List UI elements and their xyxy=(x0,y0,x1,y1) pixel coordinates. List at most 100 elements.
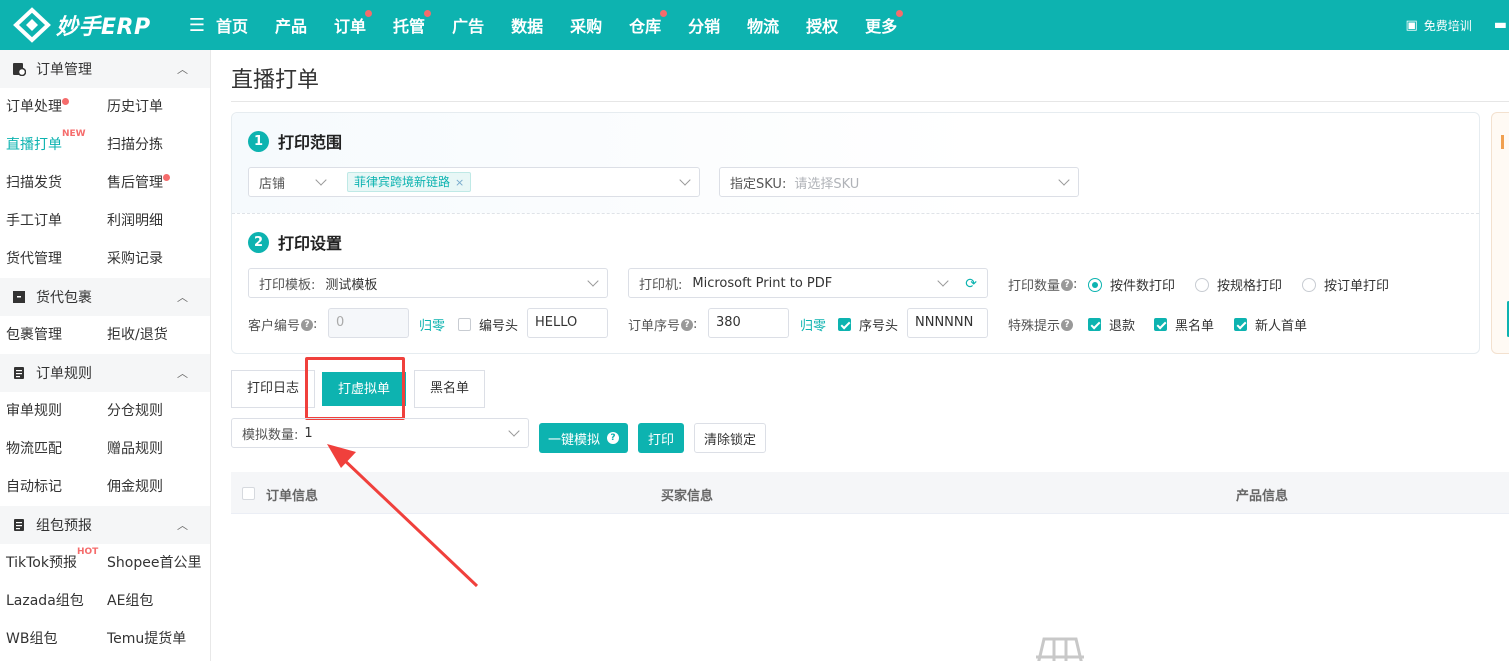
quantity-radio-group: 按件数打印 按规格打印 按订单打印 xyxy=(1088,275,1409,294)
special-checkbox[interactable]: 新人首单 xyxy=(1234,315,1307,334)
help-icon[interactable]: ? xyxy=(1061,278,1074,291)
sidebar-section-header[interactable]: 组包预报 ︿ xyxy=(0,506,210,544)
sidebar-section-title: 订单规则 xyxy=(36,366,92,382)
checkbox-box[interactable] xyxy=(838,318,851,331)
sidebar-item[interactable]: 订单处理 xyxy=(0,88,101,126)
sidebar-item[interactable]: 赠品规则 xyxy=(101,430,211,468)
clear-lock-button[interactable]: 清除锁定 xyxy=(694,423,766,453)
sidebar-item[interactable]: 审单规则 xyxy=(0,392,101,430)
sidebar-item[interactable]: 货代管理 xyxy=(0,240,101,278)
sidebar-item[interactable]: AE组包 xyxy=(101,582,211,620)
nav-item[interactable]: 更多 xyxy=(865,10,904,37)
sidebar: 订单管理 ︿ 订单处理 历史订单 直播打单 NEW 扫描分拣 扫描发货 售后管理 手工订单 利润明细… xyxy=(0,50,211,661)
chevron-up-icon[interactable]: ︿ xyxy=(177,289,188,305)
sidebar-item[interactable]: Lazada组包 xyxy=(0,582,101,620)
nav-item[interactable]: 广告 xyxy=(452,13,484,37)
chat-icon[interactable]: ▬ xyxy=(1494,17,1507,33)
code-head-input[interactable]: HELLO xyxy=(527,308,608,338)
quantity-radio[interactable]: 按规格打印 xyxy=(1195,275,1282,294)
sidebar-item[interactable]: Shopee首公里 xyxy=(101,544,211,582)
sidebar-item[interactable]: TikTok预报 HOT xyxy=(0,544,101,582)
radio-circle[interactable] xyxy=(1302,277,1317,292)
code-head-checkbox[interactable]: 编号头 xyxy=(458,315,518,334)
tab[interactable]: 打印日志 xyxy=(231,370,316,408)
special-checkbox[interactable]: 黑名单 xyxy=(1154,315,1214,334)
reset-order-seq-link[interactable]: 归零 xyxy=(800,315,826,334)
sidebar-item[interactable]: 历史订单 xyxy=(101,88,211,126)
sidebar-item[interactable]: 扫描发货 xyxy=(0,164,101,202)
chevron-up-icon[interactable]: ︿ xyxy=(177,365,188,381)
sidebar-item[interactable]: 利润明细 xyxy=(101,202,211,240)
nav-item[interactable]: 产品 xyxy=(275,13,307,37)
sidebar-item-label: 售后管理 xyxy=(107,175,163,191)
radio-circle[interactable] xyxy=(1088,277,1102,292)
sidebar-item[interactable]: 拒收/退货 xyxy=(101,316,211,354)
free-training-link[interactable]: ▣ 免费培训 xyxy=(1405,17,1471,34)
nav-item[interactable]: 首页 xyxy=(216,13,248,37)
quantity-radio[interactable]: 按件数打印 xyxy=(1088,275,1175,294)
sidebar-item[interactable]: 扫描分拣 xyxy=(101,126,211,164)
nav-item[interactable]: 订单 xyxy=(334,10,373,37)
chevron-up-icon[interactable]: ︿ xyxy=(177,61,188,77)
quantity-label-text: 打印数量 xyxy=(1008,279,1061,294)
select-all-checkbox[interactable] xyxy=(242,487,255,500)
sidebar-item[interactable]: 手工订单 xyxy=(0,202,101,240)
help-icon[interactable]: ? xyxy=(681,318,694,331)
nav-item[interactable]: 分销 xyxy=(688,13,720,37)
sidebar-item[interactable]: 自动标记 xyxy=(0,468,101,506)
sidebar-item[interactable]: WB组包 xyxy=(0,620,101,658)
nav-item[interactable]: 物流 xyxy=(747,13,779,37)
order-seq-input[interactable]: 380 xyxy=(708,308,789,338)
quantity-radio[interactable]: 按订单打印 xyxy=(1302,275,1389,294)
sidebar-item[interactable]: 佣金规则 xyxy=(101,468,211,506)
seq-head-input[interactable]: NNNNNN xyxy=(907,308,988,338)
refresh-icon[interactable]: ⟳ xyxy=(965,276,977,292)
customer-no-input[interactable]: 0 xyxy=(328,308,409,338)
help-icon[interactable]: ? xyxy=(1061,318,1074,331)
simulate-quantity-select[interactable]: 模拟数量: 1 xyxy=(231,418,529,448)
sidebar-item[interactable]: 物流匹配 xyxy=(0,430,101,468)
nav-item[interactable]: 采购 xyxy=(570,13,602,37)
chevron-up-icon[interactable]: ︿ xyxy=(177,517,188,533)
nav-item-label: 授权 xyxy=(806,17,839,36)
one-click-simulate-button[interactable]: 一键模拟? xyxy=(539,423,628,453)
sidebar-section-header[interactable]: 货代包裹 ︿ xyxy=(0,278,210,316)
printer-select[interactable]: 打印机: Microsoft Print to PDF ⟳ xyxy=(628,268,988,298)
nav-item[interactable]: 授权 xyxy=(806,13,838,37)
shop-chip[interactable]: 菲律宾跨境新链路 × xyxy=(347,172,472,192)
sidebar-item[interactable]: 分仓规则 xyxy=(101,392,211,430)
checkbox-box[interactable] xyxy=(458,318,471,331)
sidebar-item[interactable]: 采购记录 xyxy=(101,240,211,278)
checkbox-box[interactable] xyxy=(1154,318,1167,331)
sidebar-item[interactable]: 包裹管理 xyxy=(0,316,101,354)
checkbox-box[interactable] xyxy=(1234,318,1247,331)
reset-customer-no-link[interactable]: 归零 xyxy=(419,315,445,334)
nav-item[interactable]: 数据 xyxy=(511,13,543,37)
seq-head-checkbox[interactable]: 序号头 xyxy=(838,315,898,334)
help-icon[interactable]: ? xyxy=(301,318,314,331)
logo[interactable]: 妙手ERP xyxy=(0,7,160,43)
radio-circle[interactable] xyxy=(1195,277,1210,292)
nav-item-label: 首页 xyxy=(216,17,249,36)
menu-toggle-icon[interactable]: ☰ xyxy=(182,15,212,36)
sidebar-item[interactable]: Temu提货单 xyxy=(101,620,211,658)
checkbox-label: 黑名单 xyxy=(1175,319,1215,334)
sidebar-item[interactable]: 直播打单 NEW xyxy=(0,126,101,164)
sidebar-section-header[interactable]: 订单管理 ︿ xyxy=(0,50,210,88)
sidebar-item-label: 扫描分拣 xyxy=(107,137,163,153)
chip-close-icon[interactable]: × xyxy=(455,176,464,189)
checkbox-box[interactable] xyxy=(1088,318,1101,331)
sidebar-item[interactable]: 售后管理 xyxy=(101,164,211,202)
sku-select[interactable]: 指定SKU: 请选择SKU xyxy=(719,167,1079,197)
print-button[interactable]: 打印 xyxy=(638,423,684,453)
template-select[interactable]: 打印模板: 测试模板 xyxy=(248,268,608,298)
nav-item[interactable]: 仓库 xyxy=(629,10,668,37)
shop-select[interactable]: 店铺 菲律宾跨境新链路 × xyxy=(248,167,700,197)
shop-type-chevron-icon[interactable] xyxy=(315,173,327,186)
nav-item[interactable]: 托管 xyxy=(393,10,432,37)
tab[interactable]: 黑名单 xyxy=(414,370,486,408)
template-value: 测试模板 xyxy=(325,277,378,293)
sidebar-section-header[interactable]: 订单规则 ︿ xyxy=(0,354,210,392)
special-checkbox[interactable]: 退款 xyxy=(1088,315,1135,334)
radio-label: 按订单打印 xyxy=(1324,279,1390,294)
